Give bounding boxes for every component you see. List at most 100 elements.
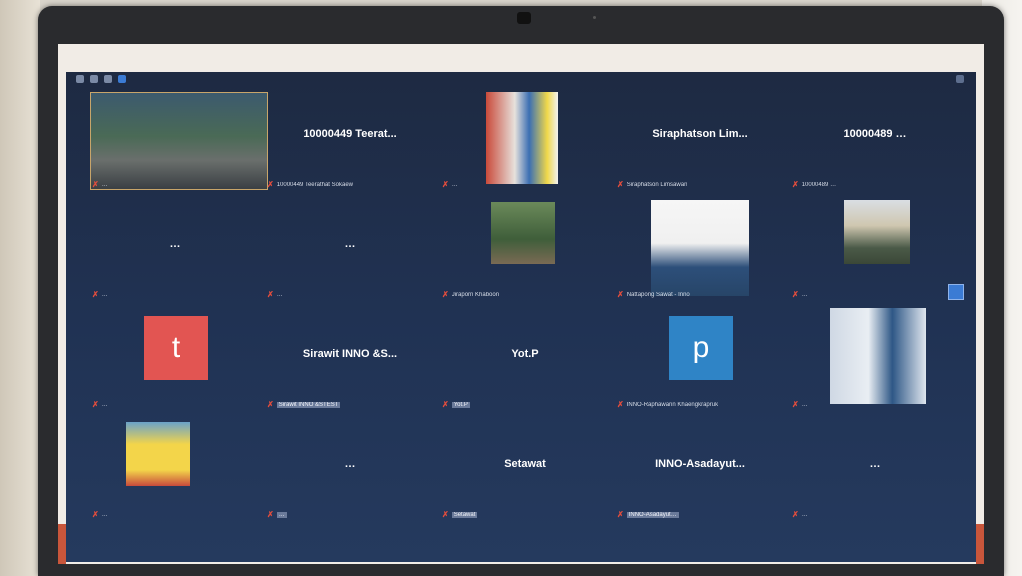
participant-footer: ✗ Siraphatson Limsawan [617,180,687,190]
participant-tile[interactable]: p ✗ INNO-Raphawarin Khaengkrapruk [611,308,789,414]
participant-name-label: … [101,182,108,188]
mic-muted-icon: ✗ [92,180,99,189]
participant-photo [126,422,190,486]
participant-display-name: 10000449 Teerat... [303,128,397,140]
participant-name-label: Jiraporn Khaboon [451,292,500,298]
participant-footer: ✗ Yot.P [442,400,470,410]
participant-tile[interactable]: 10000449 Teerat... ✗ 10000449 Teerathat So… [261,88,439,194]
participant-tile[interactable]: Setawat ✗ Setawat [436,418,614,524]
mic-muted-icon: ✗ [442,510,449,519]
participant-name-label: … [276,512,287,518]
window-icon[interactable] [90,75,98,83]
participant-footer: ✗… [267,290,283,300]
participant-footer: ✗… [92,400,108,410]
participant-tile[interactable]: ✗ Jiraporn Khaboon [436,198,614,304]
participant-tile[interactable]: 10000489 … ✗ 10000489 … [786,88,964,194]
mic-muted-icon: ✗ [92,510,99,519]
participant-name-label: Yot.P [451,402,470,408]
mic-muted-icon: ✗ [617,400,624,409]
avatar: p [669,316,733,380]
back-icon[interactable] [76,75,84,83]
participant-footer: ✗… [442,180,458,190]
participant-display-name: INNO-Asadayut... [655,458,745,470]
mic-muted-icon: ✗ [267,510,274,519]
participant-name-label: … [276,292,283,298]
participant-photo [486,92,558,184]
participant-tile[interactable]: ✗… [786,198,964,304]
participant-footer: ✗… [92,510,108,520]
shield-icon[interactable] [104,75,112,83]
participant-footer: ✗ INNO-Raphawarin Khaengkrapruk [617,400,718,410]
info-icon[interactable] [118,75,126,83]
mic-muted-icon: ✗ [442,290,449,299]
participant-display-name: Yot.P [511,348,539,360]
mic-muted-icon: ✗ [792,400,799,409]
participant-name-label: … [451,182,458,188]
participant-name-label: … [101,512,108,518]
participant-tile[interactable]: Sirawit INNO &S... ✗ Sirawit INNO &STEST [261,308,439,414]
view-toggle-icon[interactable] [956,75,964,83]
participant-footer: ✗ Sirawit INNO &STEST [267,400,341,410]
participant-name-label: INNO-Asadayut… [626,512,679,518]
participant-footer: ✗… [792,510,808,520]
participant-name-label: Setawat [451,512,478,518]
mic-muted-icon: ✗ [617,180,624,189]
participant-tile[interactable]: ✗… [786,308,964,414]
participant-name-label: … [101,402,108,408]
participant-footer: ✗… [92,180,108,190]
desk-background-left [0,0,40,576]
participant-display-name: … [344,238,356,250]
participant-tile[interactable]: … ✗… [86,198,264,304]
participant-name-label: 10000449 Teerathat Sokaew [276,182,353,188]
participant-tile[interactable]: Siraphatson Lim... ✗ Siraphatson Limsawan [611,88,789,194]
participant-name-label: … [801,402,808,408]
participant-photo [491,202,555,264]
participant-name-label: … [801,512,808,518]
gallery-page-button[interactable] [948,284,964,300]
participant-tile[interactable]: … ✗… [786,418,964,524]
webcam-icon [517,12,531,24]
participant-tile[interactable]: INNO-Asadayut... ✗ INNO-Asadayut… [611,418,789,524]
participant-name-label: Nattapong Sawat - Inno [626,292,690,298]
mic-muted-icon: ✗ [792,510,799,519]
participant-name-label: Sirawit INNO &STEST [276,402,341,408]
mic-muted-icon: ✗ [92,290,99,299]
participant-footer: ✗ 10000489 … [792,180,836,190]
participant-name-label: … [101,292,108,298]
mic-muted-icon: ✗ [267,290,274,299]
mic-muted-icon: ✗ [792,180,799,189]
participant-tile[interactable]: t ✗… [86,308,264,414]
participant-tile[interactable]: ✗… [86,88,268,194]
participant-footer: ✗ INNO-Asadayut… [617,510,679,520]
participant-tile[interactable]: … ✗… [261,418,439,524]
participant-display-name: Sirawit INNO &S... [302,348,398,360]
screen-edge-right [976,524,984,564]
mic-muted-icon: ✗ [617,290,624,299]
participant-name-label: 10000489 … [801,182,837,188]
mic-muted-icon: ✗ [92,400,99,409]
participant-footer: ✗ Setawat [442,510,478,520]
camera-indicator [593,16,596,19]
participant-footer: ✗… [792,290,808,300]
laptop-bezel: ✗… 10000449 Teerat... ✗ 10000449 Teerathat … [38,6,1004,576]
participant-display-name: … [869,458,881,470]
participant-tile[interactable]: … ✗… [261,198,439,304]
participant-display-name: … [344,458,356,470]
participant-tile[interactable]: ✗ Nattapong Sawat - Inno [611,198,789,304]
participant-name-label: Siraphatson Limsawan [626,182,688,188]
participant-name-label: … [801,292,808,298]
meeting-gallery-view: ✗… 10000449 Teerat... ✗ 10000449 Teerathat … [66,72,976,562]
participant-footer: ✗… [792,400,808,410]
participant-name-label: INNO-Raphawarin Khaengkrapruk [626,402,719,408]
participant-video [90,92,268,190]
mic-muted-icon: ✗ [267,180,274,189]
participant-tile[interactable]: ✗… [86,418,264,524]
mic-muted-icon: ✗ [442,180,449,189]
laptop-screen: ✗… 10000449 Teerat... ✗ 10000449 Teerathat … [58,44,984,564]
participant-tile[interactable]: ✗… [436,88,614,194]
participant-footer: ✗ Jiraporn Khaboon [442,290,499,300]
mic-muted-icon: ✗ [442,400,449,409]
meeting-top-bar [66,72,976,86]
participant-tile[interactable]: Yot.P ✗ Yot.P [436,308,614,414]
avatar: t [144,316,208,380]
